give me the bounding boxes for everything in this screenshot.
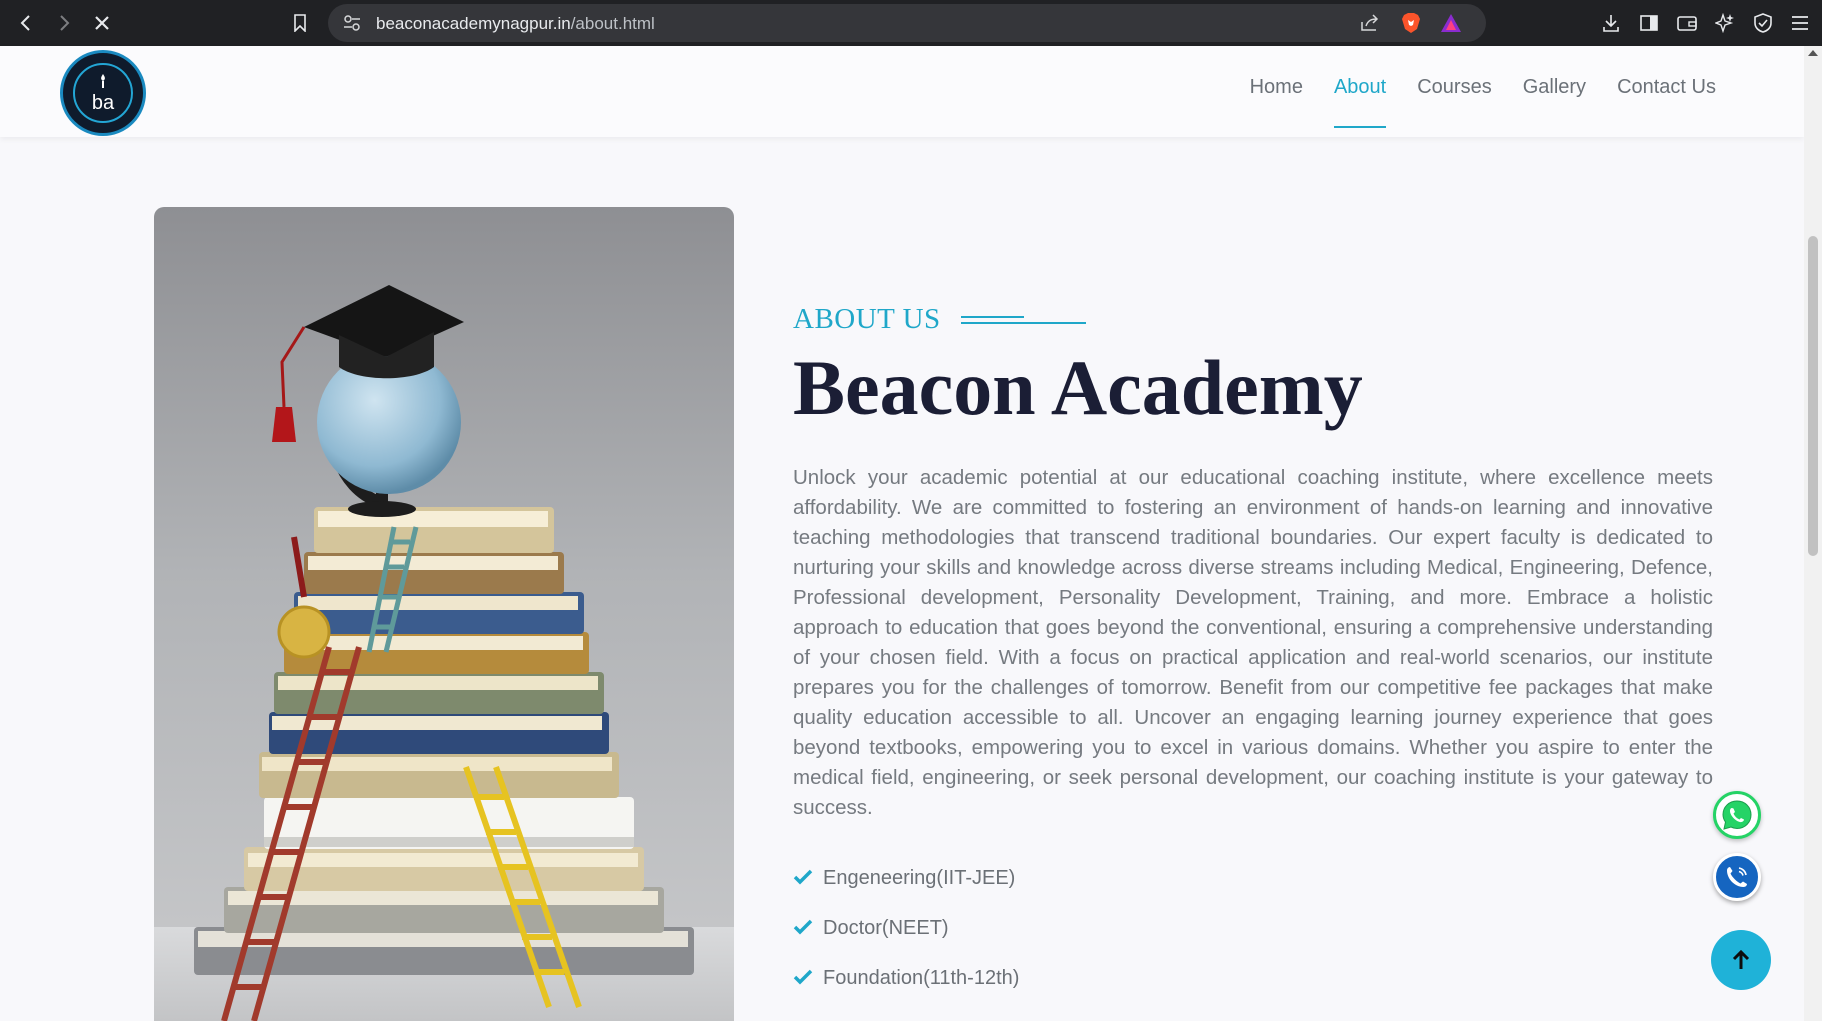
- bookmark-icon[interactable]: [286, 9, 314, 37]
- feature-label: Foundation(11th-12th): [823, 966, 1020, 989]
- course-feature-list: Engeneering(IIT-JEE) Doctor(NEET) Founda…: [793, 853, 1019, 1003]
- checkmark-icon: [793, 965, 817, 991]
- torch-icon: [98, 73, 108, 91]
- hamburger-menu-icon[interactable]: [1786, 9, 1814, 37]
- main-nav: Home About Courses Gallery Contact Us: [1250, 76, 1716, 128]
- about-description: Unlock your academic potential at our ed…: [793, 466, 1713, 819]
- page-scrollbar[interactable]: [1804, 46, 1822, 1021]
- site-header: ba Home About Courses Gallery Contact Us: [0, 46, 1804, 137]
- download-icon[interactable]: [1597, 9, 1625, 37]
- books-globe-illustration: [154, 285, 734, 1021]
- sidebar-icon[interactable]: [1635, 9, 1663, 37]
- scroll-up-arrow-icon[interactable]: [1808, 50, 1818, 56]
- whatsapp-icon: [1722, 800, 1752, 830]
- scrollbar-thumb[interactable]: [1808, 236, 1818, 556]
- rewards-icon[interactable]: [1439, 11, 1463, 35]
- url-domain: beaconacademynagpur.in: [376, 14, 571, 33]
- url-text: beaconacademynagpur.in/about.html: [376, 14, 655, 34]
- wallet-icon[interactable]: [1673, 9, 1701, 37]
- ai-sparkle-icon[interactable]: [1711, 9, 1739, 37]
- whatsapp-button[interactable]: [1713, 791, 1761, 839]
- back-to-top-button[interactable]: [1711, 930, 1771, 990]
- nav-contact-us[interactable]: Contact Us: [1617, 76, 1716, 99]
- url-path: /about.html: [570, 14, 655, 33]
- list-item: Doctor(NEET): [793, 903, 1019, 953]
- logo-emblem: ba: [73, 63, 133, 123]
- share-icon[interactable]: [1358, 11, 1382, 35]
- eyebrow-divider: [960, 315, 1086, 325]
- logo-text: ba: [91, 91, 115, 114]
- nav-about[interactable]: About: [1333, 76, 1387, 128]
- checkmark-icon: [793, 915, 817, 941]
- arrow-up-icon: [1732, 949, 1750, 969]
- checkmark-icon: [793, 865, 817, 891]
- forward-arrow-icon[interactable]: [50, 9, 78, 37]
- feature-label: Engeneering(IIT-JEE): [823, 866, 1016, 889]
- phone-icon: [1727, 867, 1747, 887]
- page-title: Beacon Academy: [793, 344, 1363, 431]
- eyebrow-label: ABOUT US: [793, 303, 941, 335]
- vpn-shield-icon[interactable]: [1749, 9, 1777, 37]
- nav-home[interactable]: Home: [1250, 76, 1303, 99]
- call-button[interactable]: [1713, 853, 1761, 901]
- close-icon[interactable]: [88, 9, 116, 37]
- about-image-books-globe: [154, 207, 734, 1021]
- list-item: Foundation(11th-12th): [793, 953, 1019, 1003]
- nav-courses[interactable]: Courses: [1417, 76, 1491, 99]
- brave-shield-icon[interactable]: [1399, 11, 1423, 35]
- about-eyebrow: ABOUT US: [793, 303, 1086, 336]
- address-bar[interactable]: beaconacademynagpur.in/about.html: [328, 4, 1486, 42]
- back-arrow-icon[interactable]: [12, 9, 40, 37]
- nav-gallery[interactable]: Gallery: [1523, 76, 1586, 99]
- site-settings-icon[interactable]: [340, 11, 364, 35]
- browser-toolbar: beaconacademynagpur.in/about.html: [0, 0, 1822, 46]
- site-logo[interactable]: ba: [60, 50, 146, 136]
- feature-label: Doctor(NEET): [823, 916, 949, 939]
- list-item: Engeneering(IIT-JEE): [793, 853, 1019, 903]
